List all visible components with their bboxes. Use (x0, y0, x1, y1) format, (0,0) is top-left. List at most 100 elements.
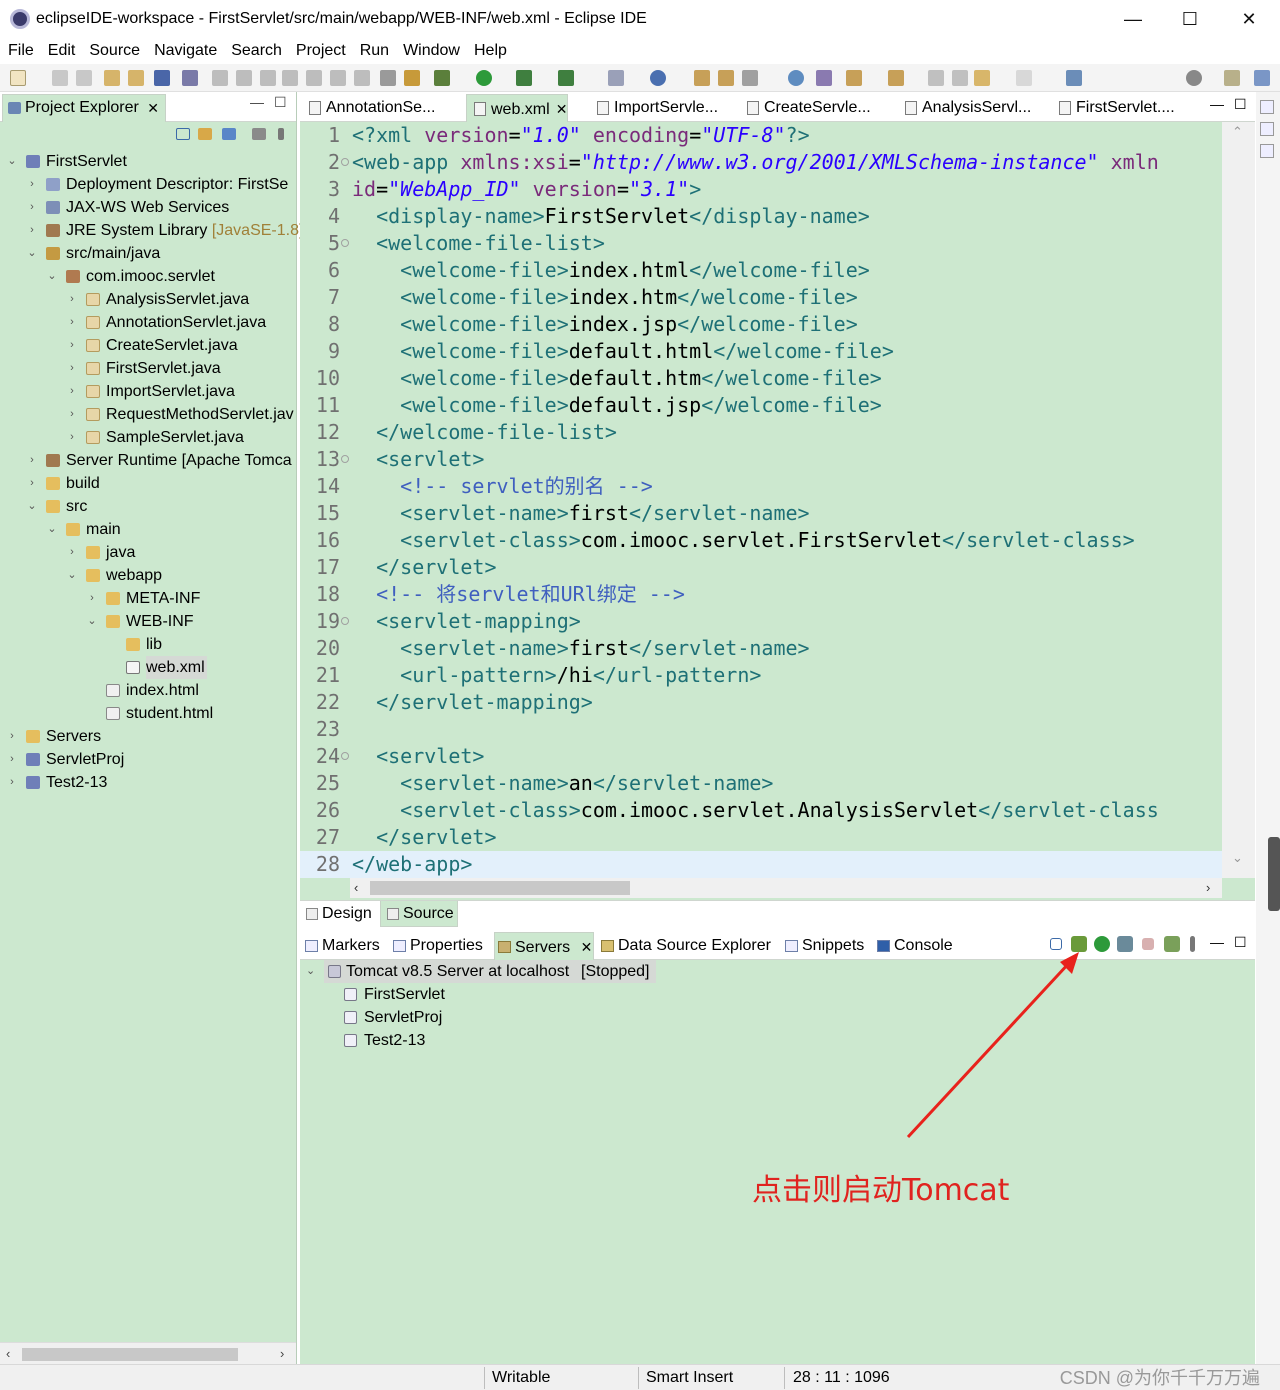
tree-item[interactable]: › META-INF (0, 587, 296, 610)
chevron-right-icon[interactable]: › (66, 288, 78, 311)
close-icon[interactable]: ✕ (556, 101, 568, 117)
code-line[interactable]: 26 <servlet-class>com.imooc.servlet.Anal… (300, 797, 1222, 824)
tab-design[interactable]: Design (300, 901, 378, 927)
code-line[interactable]: 13 <servlet> (300, 446, 1222, 473)
editor-tab[interactable]: ImportServle... (590, 94, 718, 122)
menu-source[interactable]: Source (89, 42, 140, 60)
fold-toggle-icon[interactable] (341, 158, 349, 166)
drop-to-frame-icon[interactable] (380, 70, 396, 86)
link-with-editor-icon[interactable] (198, 128, 212, 140)
minimize-editor-icon[interactable]: — (1210, 96, 1224, 112)
tree-item[interactable]: › JAX-WS Web Services (0, 196, 296, 219)
use-step-filters-icon[interactable] (404, 70, 420, 86)
coverage-icon[interactable] (516, 70, 532, 86)
code-line[interactable]: 1 <?xml version="1.0" encoding="UTF-8"?> (300, 122, 1222, 149)
view-menu-icon[interactable] (1190, 936, 1195, 952)
tab-servers[interactable]: Servers ✕ (494, 932, 594, 960)
tree-item[interactable]: › CreateServlet.java (0, 334, 296, 357)
code-line[interactable]: 18 <!-- 将servlet和URl绑定 --> (300, 581, 1222, 608)
outline-icon[interactable] (1260, 122, 1274, 136)
back-icon[interactable] (974, 70, 990, 86)
maximize-editor-icon[interactable]: ☐ (1234, 96, 1247, 113)
code-line[interactable]: 10 <welcome-file>default.htm</welcome-fi… (300, 365, 1222, 392)
stop-server-icon[interactable] (1142, 938, 1154, 950)
chevron-right-icon[interactable]: › (6, 771, 18, 794)
chevron-right-icon[interactable]: › (86, 587, 98, 610)
code-line[interactable]: 2 <web-app xmlns:xsi="http://www.w3.org/2… (300, 149, 1222, 176)
search-icon[interactable] (1186, 70, 1202, 86)
debug-server-icon[interactable] (1071, 936, 1087, 952)
next-annotation-icon[interactable] (846, 70, 862, 86)
code-line[interactable]: 8 <welcome-file>index.jsp</welcome-file> (300, 311, 1222, 338)
previous-annotation-icon[interactable] (888, 70, 904, 86)
code-line[interactable]: 20 <servlet-name>first</servlet-name> (300, 635, 1222, 662)
scroll-left-icon[interactable]: ‹ (6, 1343, 10, 1365)
fold-toggle-icon[interactable] (341, 455, 349, 463)
external-tools-icon[interactable] (558, 70, 574, 86)
code-line[interactable]: 25 <servlet-name>an</servlet-name> (300, 770, 1222, 797)
maximize-view-icon[interactable]: ☐ (274, 94, 287, 111)
editor-vertical-scrollbar[interactable]: ⌃ ⌄ (1222, 122, 1255, 878)
editor-tab[interactable]: CreateServle... (740, 94, 871, 122)
fold-toggle-icon[interactable] (341, 752, 349, 760)
code-line[interactable]: 14 <!-- servlet的别名 --> (300, 473, 1222, 500)
step-return-icon[interactable] (354, 70, 370, 86)
tab-console[interactable]: Console (874, 932, 953, 960)
menu-file[interactable]: File (8, 42, 34, 60)
chevron-down-icon[interactable]: ⌄ (26, 495, 38, 518)
tree-item[interactable]: › build (0, 472, 296, 495)
tree-item[interactable]: › AnnotationServlet.java (0, 311, 296, 334)
save-all-icon[interactable] (76, 70, 92, 86)
tab-snippets[interactable]: Snippets (782, 932, 864, 960)
left-horizontal-scrollbar[interactable]: ‹ › (0, 1342, 296, 1364)
minimize-button[interactable]: — (1110, 4, 1156, 34)
code-line[interactable]: 19 <servlet-mapping> (300, 608, 1222, 635)
chevron-right-icon[interactable]: › (66, 311, 78, 334)
view-menu-icon[interactable] (278, 128, 284, 140)
editor-tab[interactable]: web.xml ✕ (466, 94, 569, 122)
publish-icon[interactable] (1164, 936, 1180, 952)
chevron-right-icon[interactable]: › (66, 541, 78, 564)
step-over-icon[interactable] (330, 70, 346, 86)
editor-tab[interactable]: FirstServlet.... (1052, 94, 1175, 122)
maximize-view-icon[interactable]: ☐ (1234, 934, 1247, 951)
debug-icon[interactable] (434, 70, 450, 86)
tree-item[interactable]: web.xml (0, 656, 296, 679)
tree-item[interactable]: ⌄ webapp (0, 564, 296, 587)
code-line[interactable]: 17 </servlet> (300, 554, 1222, 581)
scroll-down-icon[interactable]: ⌄ (1232, 850, 1243, 866)
menu-window[interactable]: Window (403, 42, 460, 60)
code-line[interactable]: 12 </welcome-file-list> (300, 419, 1222, 446)
chevron-down-icon[interactable]: ⌄ (306, 960, 315, 983)
chevron-right-icon[interactable]: › (26, 196, 38, 219)
tree-item[interactable]: › RequestMethodServlet.jav (0, 403, 296, 426)
toggle-ant-icon[interactable] (816, 70, 832, 86)
code-line[interactable]: 11 <welcome-file>default.jsp</welcome-fi… (300, 392, 1222, 419)
terminal-icon[interactable] (154, 70, 170, 86)
chevron-right-icon[interactable]: › (66, 334, 78, 357)
chevron-right-icon[interactable]: › (66, 403, 78, 426)
code-line[interactable]: 23 (300, 716, 1222, 743)
tree-item[interactable]: ⌄ FirstServlet (0, 150, 296, 173)
chevron-right-icon[interactable]: › (6, 748, 18, 771)
code-line[interactable]: 5 <welcome-file-list> (300, 230, 1222, 257)
tree-item[interactable]: › Servers (0, 725, 296, 748)
code-line[interactable]: 21 <url-pattern>/hi</url-pattern> (300, 662, 1222, 689)
tree-item[interactable]: › Deployment Descriptor: FirstSe (0, 173, 296, 196)
chevron-right-icon[interactable]: › (66, 357, 78, 380)
close-icon[interactable]: ✕ (581, 939, 593, 955)
suspend-icon[interactable] (236, 70, 252, 86)
last-edit-icon[interactable] (928, 70, 944, 86)
close-window-button[interactable]: ✕ (1226, 4, 1272, 34)
save-icon[interactable] (52, 70, 68, 86)
new-java-project-icon[interactable] (650, 70, 666, 86)
restore-icon[interactable] (1260, 100, 1274, 114)
editor-horizontal-scrollbar[interactable]: ‹ › (350, 878, 1222, 898)
chevron-down-icon[interactable]: ⌄ (6, 150, 18, 173)
task-list-icon[interactable] (1260, 144, 1274, 158)
menu-navigate[interactable]: Navigate (154, 42, 217, 60)
tree-item[interactable]: ⌄ src (0, 495, 296, 518)
scroll-left-icon[interactable]: ‹ (354, 878, 358, 898)
start-server-icon[interactable] (1094, 936, 1110, 952)
code-line[interactable]: 7 <welcome-file>index.htm</welcome-file> (300, 284, 1222, 311)
